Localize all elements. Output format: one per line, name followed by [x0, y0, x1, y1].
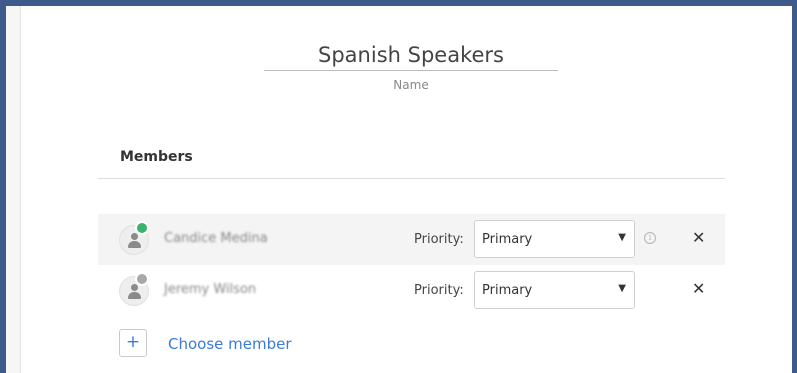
priority-label: Priority:	[414, 283, 464, 298]
group-name-label: Name	[393, 78, 429, 92]
priority-select[interactable]: Primary ▼	[474, 220, 635, 258]
members-section-title: Members	[120, 149, 193, 165]
section-divider	[98, 178, 725, 179]
priority-select[interactable]: Primary ▼	[474, 271, 635, 309]
add-member-button[interactable]: +	[119, 329, 147, 357]
group-name-input[interactable]	[264, 40, 558, 71]
member-name: Jeremy Wilson	[164, 282, 257, 297]
left-gutter	[6, 6, 21, 373]
person-icon-body	[128, 241, 141, 248]
priority-select-value: Primary	[482, 232, 533, 247]
status-offline-indicator	[135, 272, 149, 286]
remove-member-icon[interactable]: ✕	[692, 228, 705, 248]
window-frame-top	[0, 0, 797, 6]
member-name: Candice Medina	[164, 231, 268, 246]
window-frame-right	[792, 0, 797, 373]
remove-member-icon[interactable]: ✕	[692, 279, 705, 299]
member-row: Jeremy Wilson Priority: Primary ▼ ✕	[98, 265, 725, 316]
choose-member-link[interactable]: Choose member	[168, 335, 292, 353]
chevron-down-icon: ▼	[618, 232, 626, 243]
priority-select-value: Primary	[482, 283, 533, 298]
info-icon[interactable]: i	[644, 232, 656, 244]
person-icon-head	[131, 284, 138, 291]
priority-label: Priority:	[414, 232, 464, 247]
member-row: Candice Medina Priority: Primary ▼ i ✕	[98, 214, 725, 265]
status-online-indicator	[135, 221, 149, 235]
person-icon-head	[131, 233, 138, 240]
person-icon-body	[128, 292, 141, 299]
chevron-down-icon: ▼	[618, 283, 626, 294]
